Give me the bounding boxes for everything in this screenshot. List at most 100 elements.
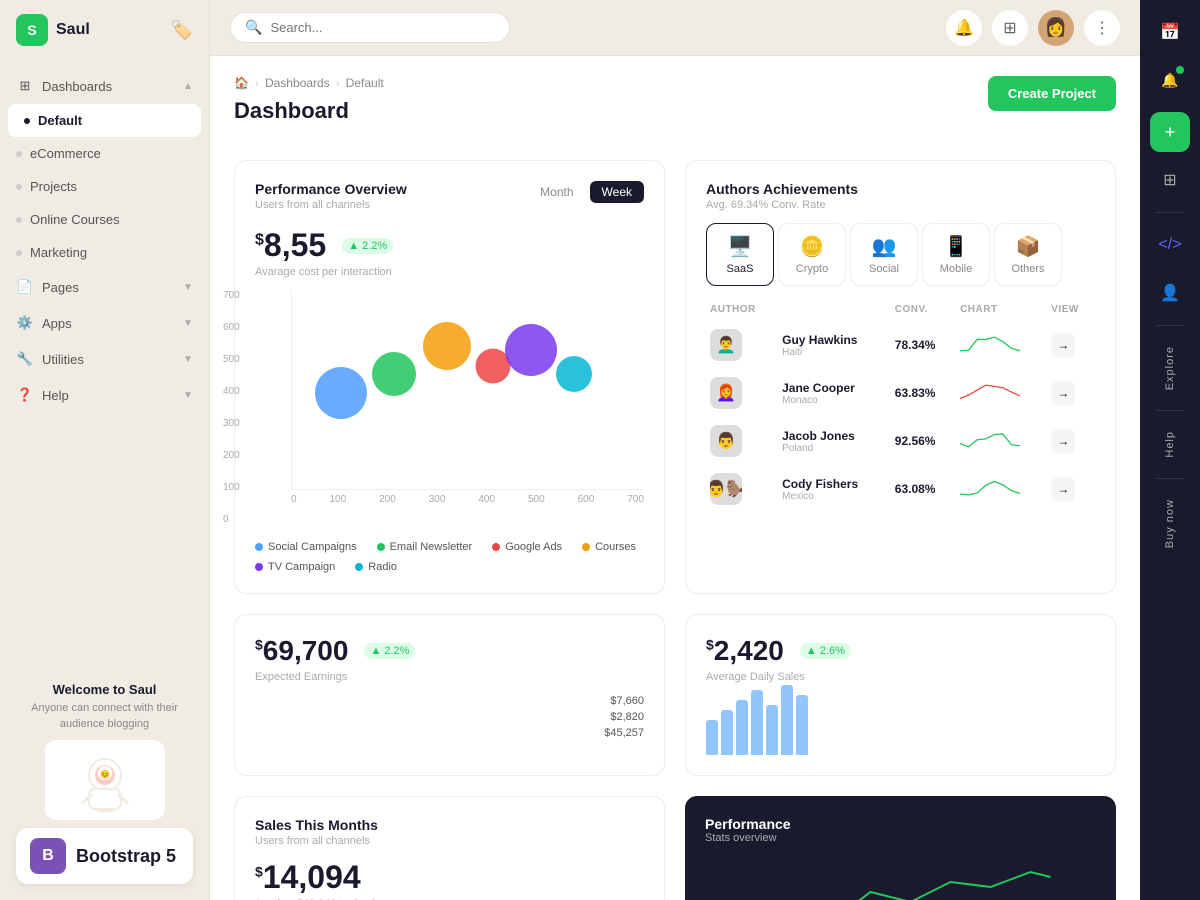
author-tab-saas[interactable]: 🖥️SaaS: [706, 223, 774, 286]
sidebar-item-label: Help: [42, 388, 69, 403]
author-avatar-cell: 👨: [706, 417, 778, 465]
chevron-icon: ▼: [183, 282, 193, 293]
sidebar-item-ecommerce[interactable]: eCommerce: [0, 137, 209, 170]
author-tab-crypto[interactable]: 🪙Crypto: [778, 223, 846, 286]
author-view-btn[interactable]: →: [1051, 429, 1075, 453]
author-conv-cell: 92.56%: [891, 417, 956, 465]
sidebar-item-apps[interactable]: ⚙️ Apps ▼: [0, 305, 209, 341]
performance-header: Performance Overview Users from all chan…: [255, 181, 644, 211]
author-country: Monaco: [782, 395, 887, 406]
th-conv: CONV.: [891, 298, 956, 321]
performance-price: $8,55: [255, 227, 326, 264]
sidebar-item-label: Marketing: [30, 245, 87, 260]
author-country: Poland: [782, 443, 887, 454]
code-icon[interactable]: </>: [1150, 225, 1190, 265]
right-panel: 📅 🔔 + ⊞ </> 👤 Explore Help Buy now: [1140, 0, 1200, 900]
calendar-icon[interactable]: 📅: [1150, 12, 1190, 52]
daily-bar: [721, 710, 733, 755]
notifications-icon[interactable]: 🔔: [946, 10, 982, 46]
user-icon[interactable]: 👤: [1150, 273, 1190, 313]
sidebar-item-label: Apps: [42, 316, 72, 331]
authors-title: Authors Achievements: [706, 181, 1095, 197]
author-tab-mobile[interactable]: 📱Mobile: [922, 223, 990, 286]
breadcrumb-home-icon: 🏠: [234, 76, 249, 90]
author-view-cell: →: [1047, 321, 1095, 369]
nav-dot: [16, 250, 22, 256]
author-name: Cody Fishers: [782, 477, 887, 491]
sidebar-item-label: eCommerce: [30, 146, 101, 161]
sidebar-item-projects[interactable]: Projects: [0, 170, 209, 203]
author-tab-social[interactable]: 👥Social: [850, 223, 918, 286]
sidebar-item-label: Utilities: [42, 352, 84, 367]
bootstrap-label: Bootstrap 5: [76, 846, 176, 867]
earnings-badge: ▲ 2.2%: [364, 643, 415, 659]
sales-month-subtitle: Users from all channels: [255, 835, 644, 847]
author-conv: 92.56%: [895, 434, 936, 448]
sidebar-item-marketing[interactable]: Marketing: [0, 236, 209, 269]
notification-bell-icon[interactable]: 🔔: [1150, 60, 1190, 100]
sidebar-emoji: 🏷️: [171, 20, 193, 41]
sales-month-value: $14,094: [255, 859, 361, 896]
chevron-icon: ▼: [183, 318, 193, 329]
th-view: VIEW: [1047, 298, 1095, 321]
performance-price-label: Avarage cost per interaction: [255, 266, 644, 278]
divider: [1155, 212, 1185, 213]
sidebar-welcome-sub: Anyone can connect with their audience b…: [16, 701, 193, 732]
sidebar-item-utilities[interactable]: 🔧 Utilities ▼: [0, 341, 209, 377]
search-input[interactable]: [270, 20, 495, 35]
sidebar-bottom: Welcome to Saul Anyone can connect with …: [0, 666, 209, 900]
author-view-btn[interactable]: →: [1051, 477, 1075, 501]
author-chart-cell: [956, 321, 1047, 369]
menu-icon[interactable]: ⋮: [1084, 10, 1120, 46]
daily-bar: [781, 685, 793, 755]
search-box[interactable]: 🔍: [230, 12, 510, 43]
dark-card: Performance Stats overview: [685, 796, 1116, 900]
sidebar-item-label: Default: [38, 113, 82, 128]
th-chart: CHART: [956, 298, 1047, 321]
sidebar-item-dashboards[interactable]: ⊞ Dashboards ▲: [0, 68, 209, 104]
author-avatar-cell: 👩‍🦰: [706, 369, 778, 417]
author-avatar-cell: 👨‍🦱: [706, 321, 778, 369]
breadcrumb: 🏠 › Dashboards › Default: [234, 76, 384, 90]
performance-tabs: Month Week: [528, 181, 644, 203]
bubble-chart: [291, 290, 644, 490]
author-name: Guy Hawkins: [782, 333, 887, 347]
nav-dot: [16, 151, 22, 157]
legend-item: Radio: [355, 561, 397, 573]
author-view-btn[interactable]: →: [1051, 333, 1075, 357]
x-axis: 0100200300400500600700: [291, 490, 644, 505]
settings-icon[interactable]: ⊞: [992, 10, 1028, 46]
legend-item: Email Newsletter: [377, 541, 473, 553]
tab-week[interactable]: Week: [590, 181, 644, 203]
create-project-button[interactable]: Create Project: [988, 76, 1116, 111]
main-area: 🔍 🔔 ⊞ 👩 ⋮ 🏠 › Dashboards › Default Dashb…: [210, 0, 1140, 900]
author-name-cell: Cody Fishers Mexico: [778, 465, 891, 513]
sidebar-item-help[interactable]: ❓ Help ▼: [0, 377, 209, 413]
sidebar: S Saul 🏷️ ⊞ Dashboards ▲ Default eCommer…: [0, 0, 210, 900]
author-mini-chart: [960, 428, 1020, 452]
author-avatar: 👨: [710, 425, 742, 457]
nav-dot: [16, 184, 22, 190]
content-area: 🏠 › Dashboards › Default Dashboard Creat…: [210, 56, 1140, 900]
author-name-cell: Jane Cooper Monaco: [778, 369, 891, 417]
buy-now-label[interactable]: Buy now: [1164, 491, 1176, 556]
sidebar-logo: S: [16, 14, 48, 46]
search-icon: 🔍: [245, 19, 262, 36]
sidebar-title: Saul: [56, 21, 90, 39]
y-axis: 7006005004003002001000: [223, 290, 240, 525]
sidebar-item-pages[interactable]: 📄 Pages ▼: [0, 269, 209, 305]
page-title: Dashboard: [234, 98, 384, 124]
grid-icon[interactable]: ⊞: [1150, 160, 1190, 200]
help-label[interactable]: Help: [1164, 423, 1176, 466]
avatar[interactable]: 👩: [1038, 10, 1074, 46]
author-view-btn[interactable]: →: [1051, 381, 1075, 405]
authors-subtitle: Avg. 69.34% Conv. Rate: [706, 199, 1095, 211]
add-button[interactable]: +: [1150, 112, 1190, 152]
sidebar-item-online-courses[interactable]: Online Courses: [0, 203, 209, 236]
daily-sales-label: Average Daily Sales: [706, 671, 1095, 683]
sidebar-item-default[interactable]: Default: [8, 104, 201, 137]
author-tab-others[interactable]: 📦Others: [994, 223, 1062, 286]
tab-month[interactable]: Month: [528, 181, 585, 203]
explore-label[interactable]: Explore: [1164, 338, 1176, 398]
topbar-actions: 🔔 ⊞ 👩 ⋮: [946, 10, 1120, 46]
